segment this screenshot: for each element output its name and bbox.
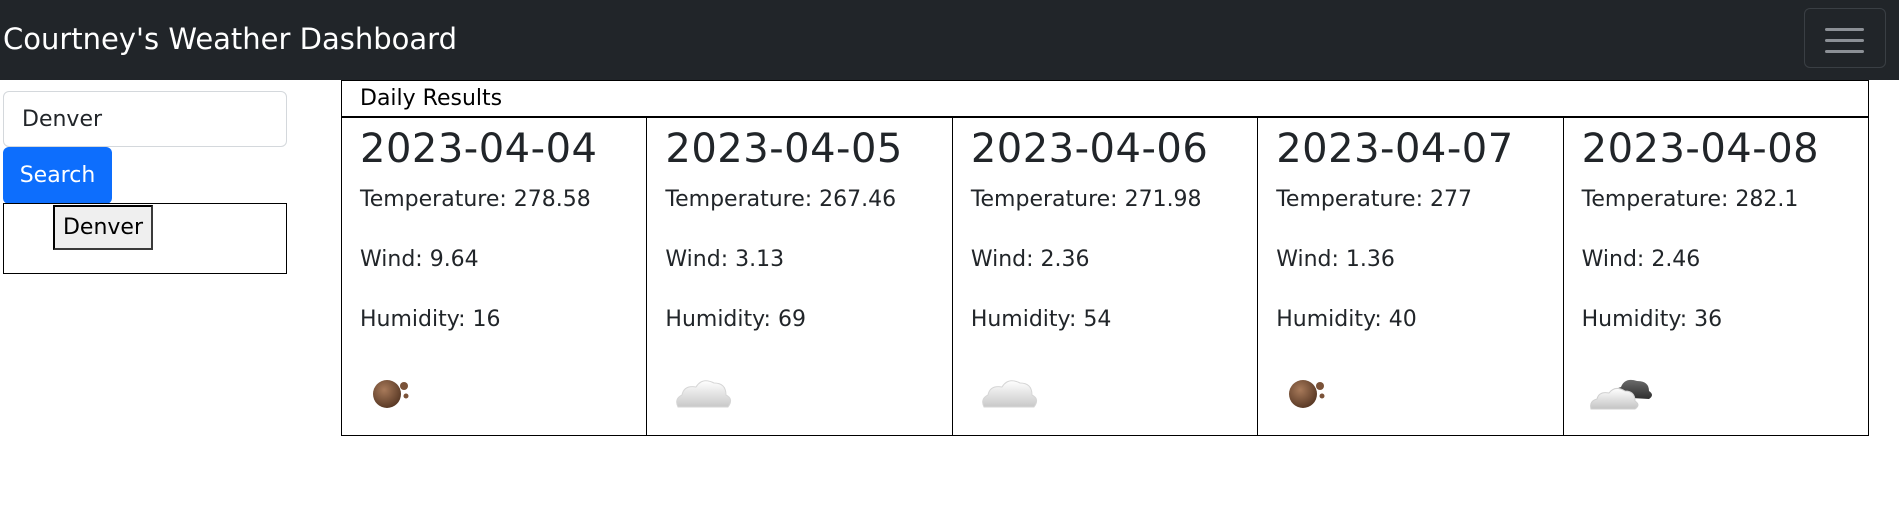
search-history: Denver bbox=[3, 203, 287, 274]
broken-clouds-icon bbox=[1589, 379, 1652, 410]
forecast-temperature: Temperature: 277 bbox=[1276, 187, 1472, 212]
history-city-button[interactable]: Denver bbox=[53, 205, 153, 250]
forecast-cards: 2023-04-04 Temperature: 278.58 Wind: 9.6… bbox=[341, 116, 1870, 436]
forecast-date: 2023-04-08 bbox=[1581, 126, 1820, 172]
cloud-icon bbox=[982, 380, 1037, 408]
cloud-icon bbox=[676, 380, 732, 408]
forecast-wind: Wind: 9.64 bbox=[360, 247, 479, 272]
forecast-wind: Wind: 3.13 bbox=[665, 247, 785, 272]
app-title[interactable]: Courtney's Weather Dashboard bbox=[3, 20, 457, 58]
forecast-date: 2023-04-07 bbox=[1276, 126, 1514, 172]
forecast-temperature: Temperature: 267.46 bbox=[665, 187, 897, 212]
search-button[interactable]: Search bbox=[3, 147, 112, 204]
forecast-date: 2023-04-05 bbox=[665, 126, 903, 172]
forecast-humidity: Humidity: 16 bbox=[360, 307, 501, 332]
haze-icon bbox=[1289, 380, 1325, 408]
forecast-wind: Wind: 2.46 bbox=[1581, 247, 1701, 272]
forecast-card: 2023-04-06 Temperature: 271.98 Wind: 2.3… bbox=[952, 116, 1259, 436]
haze-icon bbox=[373, 380, 409, 408]
forecast-date: 2023-04-04 bbox=[360, 126, 598, 172]
forecast-humidity: Humidity: 69 bbox=[665, 307, 806, 332]
city-search-input[interactable] bbox=[3, 91, 287, 147]
forecast-card: 2023-04-04 Temperature: 278.58 Wind: 9.6… bbox=[341, 116, 648, 436]
forecast-wind: Wind: 1.36 bbox=[1276, 247, 1395, 272]
forecast-date: 2023-04-06 bbox=[970, 126, 1209, 172]
forecast-temperature: Temperature: 278.58 bbox=[360, 187, 591, 212]
forecast-humidity: Humidity: 36 bbox=[1581, 307, 1723, 332]
forecast-humidity: Humidity: 40 bbox=[1276, 307, 1417, 332]
forecast-humidity: Humidity: 54 bbox=[970, 307, 1112, 332]
hamburger-menu-icon bbox=[1825, 28, 1864, 31]
forecast-card: 2023-04-05 Temperature: 267.46 Wind: 3.1… bbox=[647, 116, 953, 436]
daily-results-heading: Daily Results bbox=[341, 80, 1869, 118]
forecast-temperature: Temperature: 271.98 bbox=[970, 187, 1202, 212]
forecast-card: 2023-04-08 Temperature: 282.1 Wind: 2.46… bbox=[1563, 116, 1870, 436]
navbar: Courtney's Weather Dashboard bbox=[0, 0, 1899, 80]
forecast-card: 2023-04-07 Temperature: 277 Wind: 1.36 H… bbox=[1258, 116, 1564, 436]
forecast-temperature: Temperature: 282.1 bbox=[1581, 187, 1799, 212]
forecast-wind: Wind: 2.36 bbox=[970, 247, 1090, 272]
menu-toggle-button[interactable] bbox=[1804, 8, 1886, 68]
